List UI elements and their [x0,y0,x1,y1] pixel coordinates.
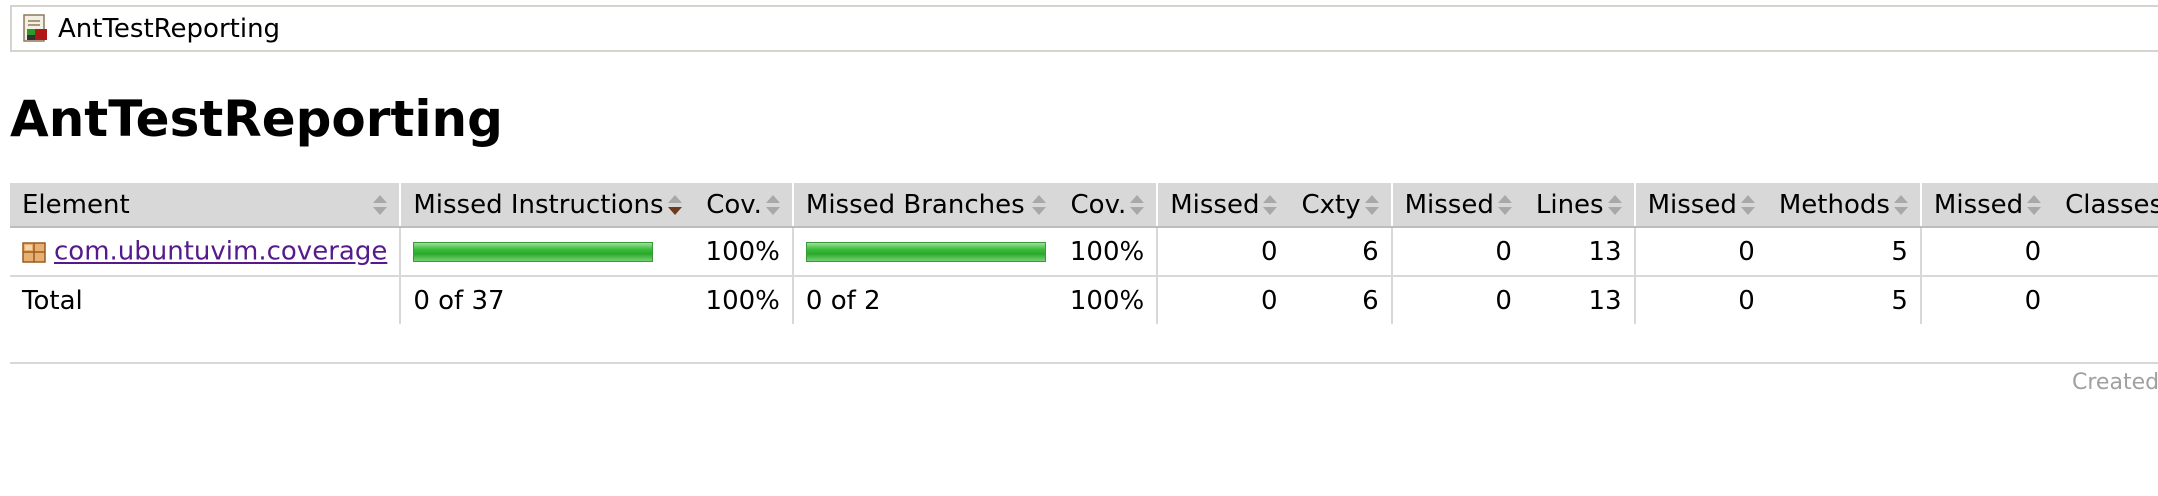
total-missed-methods: 0 [1633,276,1767,324]
breadcrumb-label: AntTestReporting [58,13,281,44]
footer-divider [10,362,2158,364]
sort-icon [1130,195,1145,215]
total-missed-lines: 0 [1390,276,1524,324]
sort-icon [1031,194,1046,215]
missed-methods: 0 [1633,227,1767,277]
header-methods[interactable]: Methods [1766,183,1921,228]
package-icon [22,240,46,264]
sort-icon [1263,195,1278,215]
sort-desc-icon [667,195,682,215]
breadcrumb: AntTestReporting [10,5,2158,52]
total-cxty: 6 [1362,285,1379,316]
header-missed-methods[interactable]: Missed [1633,183,1767,228]
total-label: Total [22,285,83,316]
missed-classes: 0 [1919,227,2054,277]
sort-icon [1607,195,1622,215]
element-cell: com.ubuntuvim.coverage [10,227,401,277]
package-link[interactable]: com.ubuntuvim.coverage [54,237,387,267]
header-element[interactable]: Element [10,183,401,228]
total-methods: 5 [1891,285,1908,316]
total-instructions-cov: 100% [705,285,780,316]
total-classes: 2 [2053,276,2158,324]
total-missed-cxty: 0 [1156,276,1290,324]
total-branches-cov: 100% [1069,285,1145,316]
page-title: AntTestReporting [10,90,503,148]
missed-lines: 0 [1390,227,1524,277]
header-missed-cxty[interactable]: Missed [1156,183,1290,228]
sort-icon [2027,195,2042,215]
methods: 5 [1766,227,1921,277]
sort-icon [1893,195,1908,215]
header-missed-classes[interactable]: Missed [1919,183,2054,228]
branches-cov: 100% [1057,227,1158,277]
header-cxty[interactable]: Cxty [1289,183,1392,228]
instructions-cov: 100% [693,227,793,277]
classes: 2 [2053,227,2158,277]
cxty: 6 [1289,227,1392,277]
missed-cxty: 0 [1156,227,1290,277]
sort-icon [1364,195,1379,215]
footer-created: Created [2072,370,2158,395]
header-missed-instructions[interactable]: Missed Instructions [399,183,694,228]
table-row: com.ubuntuvim.coverage 100% 100% 0 6 0 1… [10,227,2158,277]
header-classes[interactable]: Classes [2053,183,2158,228]
total-branches: 0 of 2 [791,276,1058,324]
branches-bar-cell [791,227,1058,277]
header-lines[interactable]: Lines [1523,183,1635,228]
sort-icon [373,194,388,215]
header-cov-instructions[interactable]: Cov. [693,183,793,228]
header-missed-branches[interactable]: Missed Branches [791,183,1058,228]
header-missed-lines[interactable]: Missed [1390,183,1524,228]
sort-icon [765,195,780,215]
instructions-bar-cell [399,227,694,277]
total-lines: 13 [1588,285,1622,316]
total-instructions: 0 of 37 [399,276,694,324]
lines: 13 [1523,227,1635,277]
sort-icon [1497,195,1512,215]
branches-coverage-bar [805,241,1046,262]
report-icon [22,13,50,44]
table-header-row: Element Missed Instructions Cov. Missed … [10,183,2158,228]
header-cov-branches[interactable]: Cov. [1057,183,1158,228]
total-row: Total 0 of 37 100% 0 of 2 100% 0 6 0 13 … [10,276,2158,324]
instructions-coverage-bar [413,241,654,262]
sort-icon [1740,195,1755,215]
total-missed-classes: 0 [1919,276,2054,324]
coverage-table: Element Missed Instructions Cov. Missed … [10,183,2158,324]
